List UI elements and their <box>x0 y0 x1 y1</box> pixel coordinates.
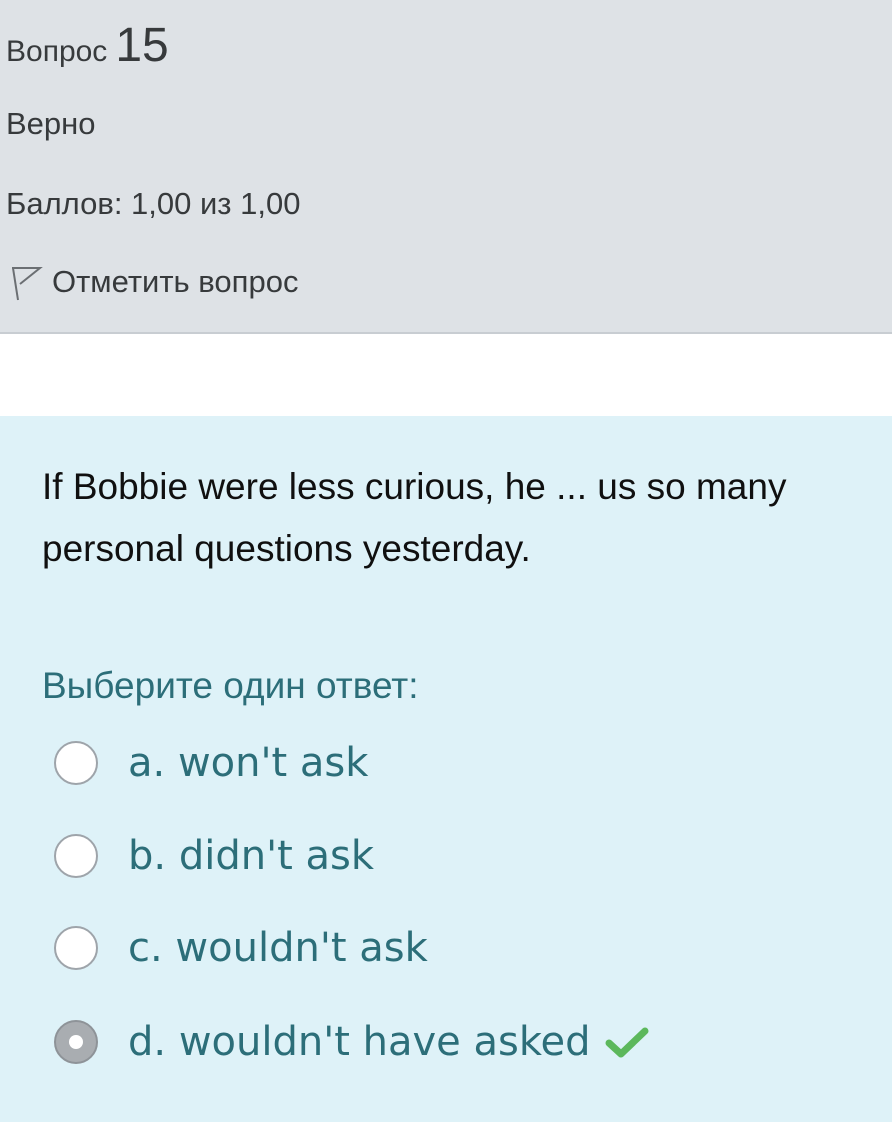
flag-question-label: Отметить вопрос <box>52 264 299 299</box>
question-grade: Баллов: 1,00 из 1,00 <box>6 186 301 221</box>
question-number: Вопрос 15 <box>6 16 169 82</box>
answer-radio-b[interactable] <box>54 834 98 878</box>
answer-label-c[interactable]: c. wouldn't ask <box>128 918 428 978</box>
answer-prompt: Выберите один ответ: <box>42 665 419 706</box>
question-state: Верно <box>6 106 96 141</box>
flag-question-button[interactable]: Отметить вопрос <box>6 260 298 304</box>
answer-label-d[interactable]: d. wouldn't have asked <box>128 1012 591 1072</box>
question-info-panel: Вопрос 15 Верно Баллов: 1,00 из 1,00 Отме… <box>0 0 892 334</box>
answer-radio-c[interactable] <box>54 926 98 970</box>
question-label: Вопрос <box>6 35 108 68</box>
answer-radio-a[interactable] <box>54 741 98 785</box>
checkmark-icon <box>605 1020 649 1064</box>
question-text: If Bobbie were less curious, he ... us s… <box>42 466 787 569</box>
answer-option-a[interactable]: a. won't ask <box>54 733 814 793</box>
answer-option-b[interactable]: b. didn't ask <box>54 826 814 886</box>
question-number-value: 15 <box>115 19 169 72</box>
answer-label-b[interactable]: b. didn't ask <box>128 826 374 886</box>
answer-option-d[interactable]: d. wouldn't have asked <box>54 1012 814 1072</box>
flag-outline-icon <box>6 260 44 304</box>
answer-label-a[interactable]: a. won't ask <box>128 733 368 793</box>
answer-option-c[interactable]: c. wouldn't ask <box>54 918 814 978</box>
answer-radio-d[interactable] <box>54 1020 98 1064</box>
